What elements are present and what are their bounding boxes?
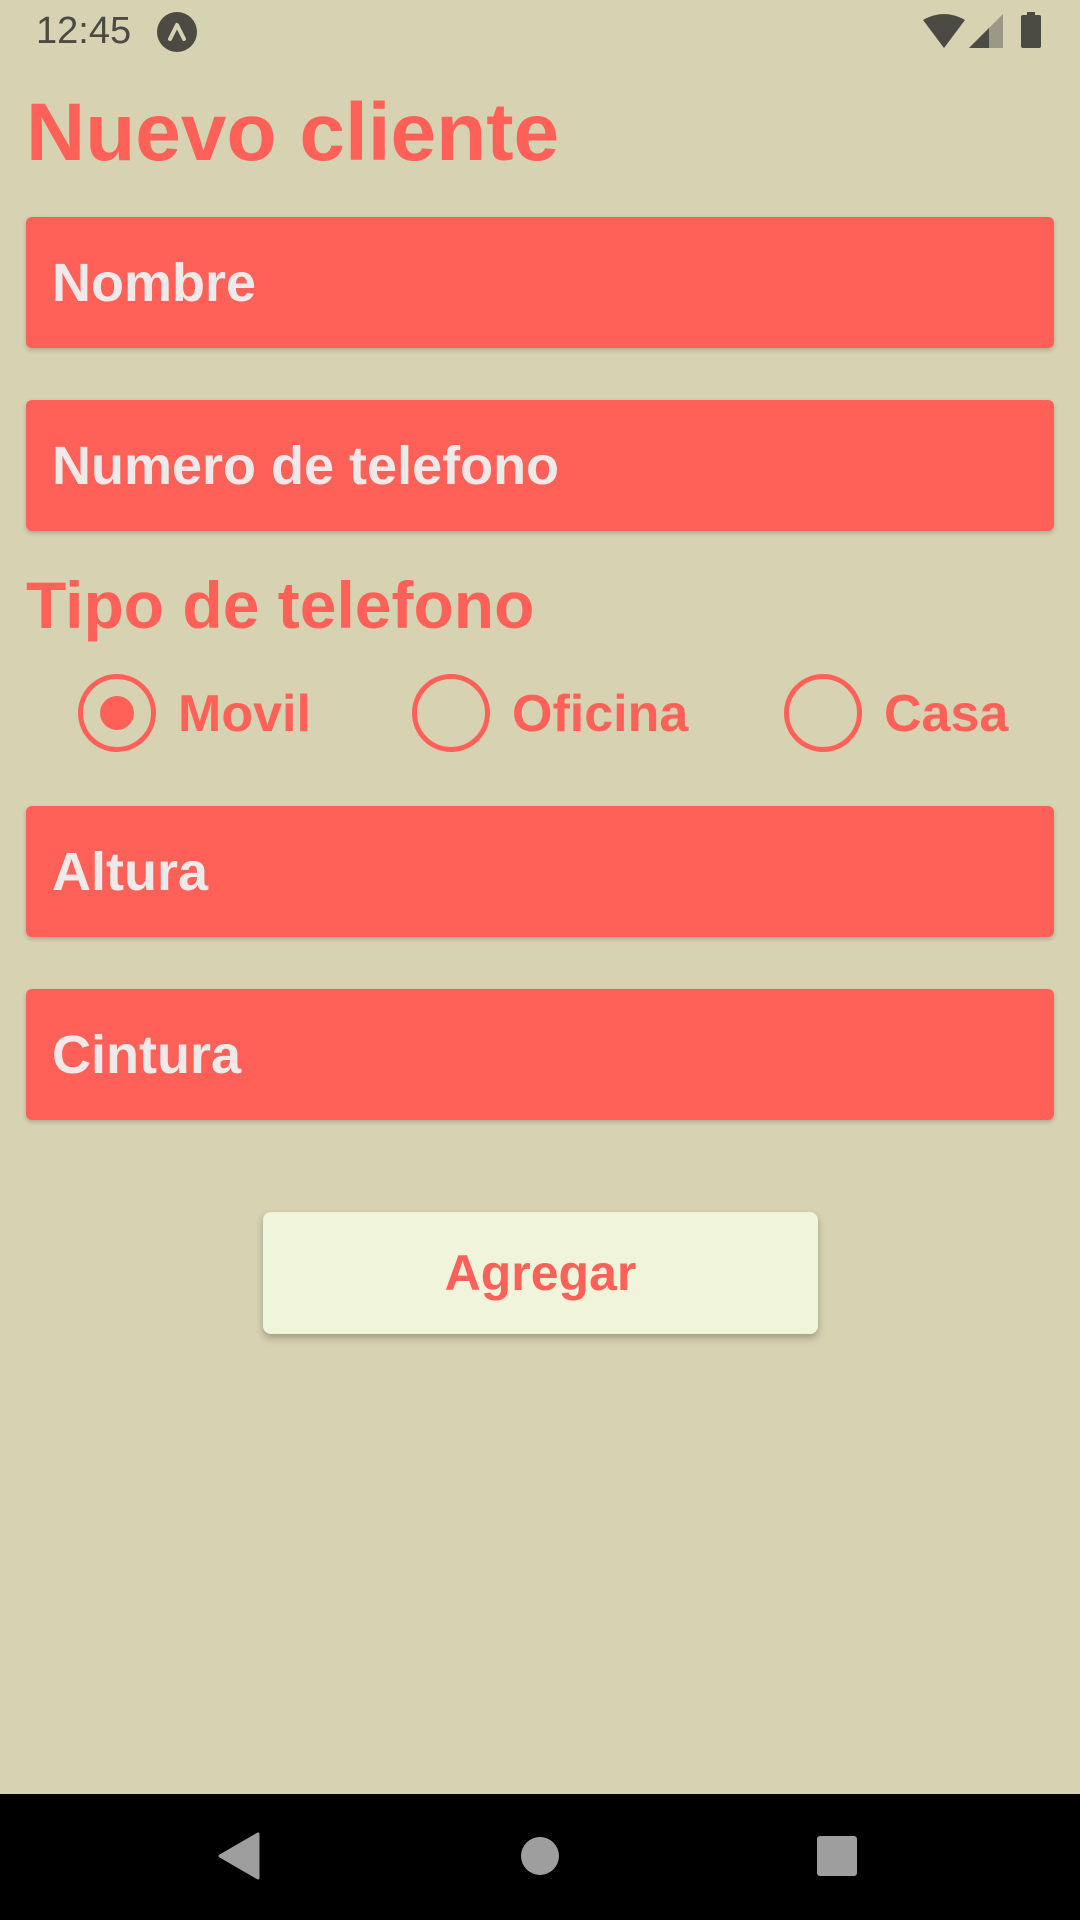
system-nav-bar (0, 1794, 1080, 1920)
radio-option-movil[interactable]: Movil (78, 670, 338, 762)
phone-type-radio-group: Movil Oficina Casa (0, 670, 1080, 762)
radio-label-movil: Movil (178, 685, 311, 743)
nombre-field (26, 217, 1054, 348)
status-time: 12:45 (36, 10, 132, 52)
telefono-input[interactable] (26, 400, 1054, 531)
wifi-icon (923, 14, 965, 53)
phone-type-label: Tipo de telefono (26, 568, 535, 642)
agregar-button[interactable]: Agregar (263, 1212, 818, 1334)
battery-icon (1021, 12, 1041, 53)
radio-button-oficina[interactable] (412, 674, 490, 752)
recents-icon[interactable] (817, 1836, 857, 1881)
page-title: Nuevo cliente (26, 87, 560, 178)
radio-selected-dot (100, 696, 134, 730)
telefono-field (26, 400, 1054, 531)
home-icon[interactable] (521, 1837, 559, 1880)
cintura-field (26, 989, 1054, 1120)
cell-signal-icon (969, 14, 1003, 53)
nombre-input[interactable] (26, 217, 1054, 348)
altura-field (26, 806, 1054, 937)
app-notification-icon (157, 12, 197, 52)
radio-option-oficina[interactable]: Oficina (412, 670, 702, 762)
radio-button-movil[interactable] (78, 674, 156, 752)
radio-label-oficina: Oficina (512, 685, 689, 743)
cintura-input[interactable] (26, 989, 1054, 1120)
radio-button-casa[interactable] (784, 674, 862, 752)
status-bar: 12:45 (0, 0, 1080, 64)
radio-option-casa[interactable]: Casa (784, 670, 1024, 762)
altura-input[interactable] (26, 806, 1054, 937)
back-icon[interactable] (218, 1832, 260, 1885)
radio-label-casa: Casa (884, 685, 1009, 743)
